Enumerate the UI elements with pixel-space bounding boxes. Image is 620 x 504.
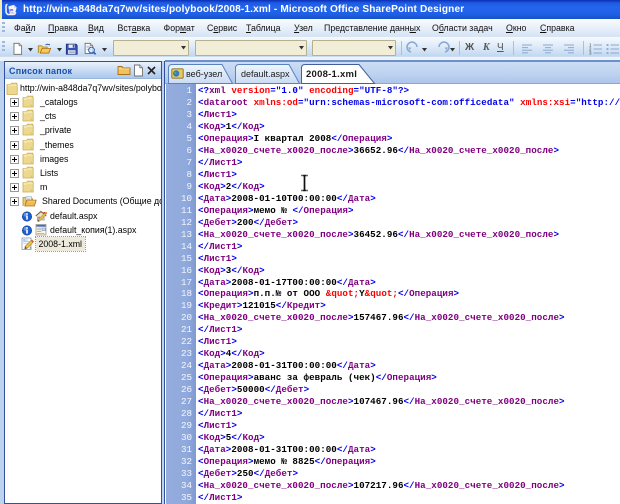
svg-text:3: 3 <box>589 51 592 56</box>
